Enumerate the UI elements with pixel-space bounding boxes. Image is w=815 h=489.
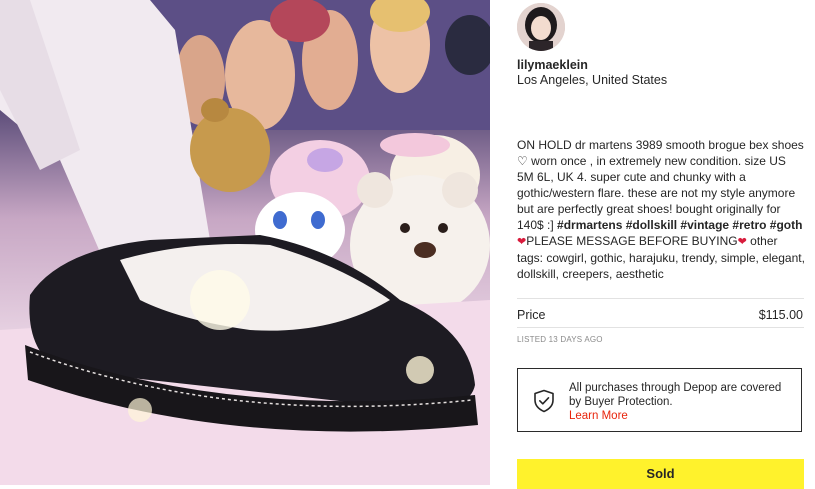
red-heart-icon: ❤ xyxy=(517,236,527,248)
buyer-protection-message: All purchases through Depop are covered … xyxy=(569,382,782,408)
learn-more-link[interactable]: Learn More xyxy=(569,409,794,423)
price-label: Price xyxy=(517,308,546,322)
price-value: $115.00 xyxy=(758,308,803,322)
product-photo[interactable] xyxy=(0,0,490,485)
description-hashtags[interactable]: #drmartens #dollskill #vintage #retro #g… xyxy=(557,218,802,232)
seller-location: Los Angeles, United States xyxy=(517,73,668,87)
red-heart-icon: ❤ xyxy=(737,236,747,248)
listed-date: LISTED 13 DAYS AGO xyxy=(517,335,603,344)
avatar-image xyxy=(517,3,565,51)
description-text-3: PLEASE MESSAGE BEFORE BUYING xyxy=(526,234,738,248)
divider xyxy=(517,298,804,299)
buyer-protection-text: All purchases through Depop are covered … xyxy=(569,381,794,423)
listing-details: lilymaeklein Los Angeles, United States … xyxy=(517,0,807,489)
seller-username[interactable]: lilymaeklein xyxy=(517,58,588,72)
buyer-protection-box: All purchases through Depop are covered … xyxy=(517,368,802,432)
product-photo-illustration xyxy=(0,0,490,485)
divider xyxy=(517,327,804,328)
heart-outline-icon: ♡ xyxy=(517,154,528,168)
seller-avatar[interactable] xyxy=(517,3,565,51)
shield-check-icon xyxy=(534,389,554,413)
description-text-1: ON HOLD dr martens 3989 smooth brogue be… xyxy=(517,138,804,152)
item-description: ON HOLD dr martens 3989 smooth brogue be… xyxy=(517,137,805,282)
